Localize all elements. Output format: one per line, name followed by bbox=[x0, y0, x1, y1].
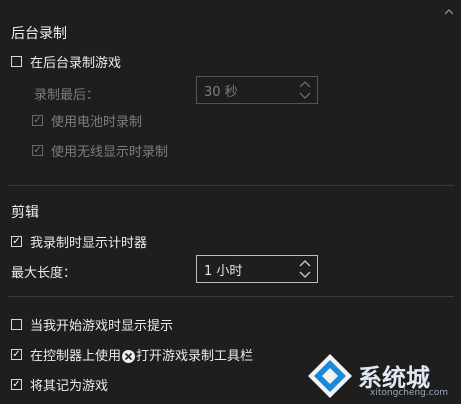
use-wireless-display-label: 使用无线显示时录制 bbox=[51, 145, 169, 160]
use-battery-label: 使用电池时录制 bbox=[51, 115, 143, 130]
record-last-label: 录制最后： bbox=[34, 88, 100, 103]
remember-as-game-checkbox[interactable]: ✓ 将其记为游戏 bbox=[11, 375, 108, 394]
max-length-label: 最大长度： bbox=[11, 266, 77, 281]
checkbox-unchecked-icon[interactable] bbox=[11, 319, 22, 330]
checkbox-checked-icon[interactable]: ✓ bbox=[32, 145, 43, 156]
watermark-url-text: xitongcheng.com bbox=[370, 388, 448, 398]
checkbox-checked-icon[interactable]: ✓ bbox=[11, 379, 22, 390]
show-tips-checkbox[interactable]: 当我开始游戏时显示提示 bbox=[11, 315, 173, 334]
section-title-background-recording: 后台录制 bbox=[11, 26, 67, 42]
section-divider bbox=[8, 185, 454, 186]
use-wireless-display-checkbox[interactable]: ✓ 使用无线显示时录制 bbox=[32, 141, 168, 160]
show-tips-label: 当我开始游戏时显示提示 bbox=[30, 319, 174, 334]
checkbox-checked-icon[interactable]: ✓ bbox=[32, 115, 43, 126]
open-toolbar-checkbox[interactable]: ✓ 在控制器上使用 打开游戏录制工具栏 bbox=[11, 345, 253, 364]
section-divider bbox=[8, 296, 454, 297]
spinner-arrows-icon[interactable] bbox=[298, 259, 312, 279]
record-in-background-label: 在后台录制游戏 bbox=[30, 56, 122, 71]
spinner-arrows-icon[interactable] bbox=[298, 80, 312, 100]
checkbox-checked-icon[interactable]: ✓ bbox=[11, 236, 22, 247]
xbox-button-icon bbox=[122, 350, 136, 363]
show-timer-checkbox[interactable]: ✓ 我录制时显示计时器 bbox=[11, 232, 147, 251]
max-length-value: 1 小时 bbox=[204, 263, 243, 279]
max-length-select[interactable]: 1 小时 bbox=[196, 255, 318, 283]
open-toolbar-label: 在控制器上使用 打开游戏录制工具栏 bbox=[30, 345, 253, 364]
watermark-logo-icon bbox=[306, 352, 354, 400]
scroll-up-icon[interactable] bbox=[444, 4, 454, 15]
record-last-select[interactable]: 30 秒 bbox=[196, 76, 318, 104]
open-toolbar-suffix: 打开游戏录制工具栏 bbox=[136, 349, 254, 364]
checkbox-unchecked-icon[interactable] bbox=[11, 56, 22, 67]
section-title-clip: 剪辑 bbox=[11, 205, 39, 221]
record-in-background-checkbox[interactable]: 在后台录制游戏 bbox=[11, 52, 121, 71]
remember-as-game-label: 将其记为游戏 bbox=[30, 379, 109, 394]
show-timer-label: 我录制时显示计时器 bbox=[30, 236, 148, 251]
open-toolbar-prefix: 在控制器上使用 bbox=[30, 349, 122, 364]
use-battery-checkbox[interactable]: ✓ 使用电池时录制 bbox=[32, 111, 142, 130]
record-last-value: 30 秒 bbox=[204, 84, 238, 100]
checkbox-checked-icon[interactable]: ✓ bbox=[11, 349, 22, 360]
